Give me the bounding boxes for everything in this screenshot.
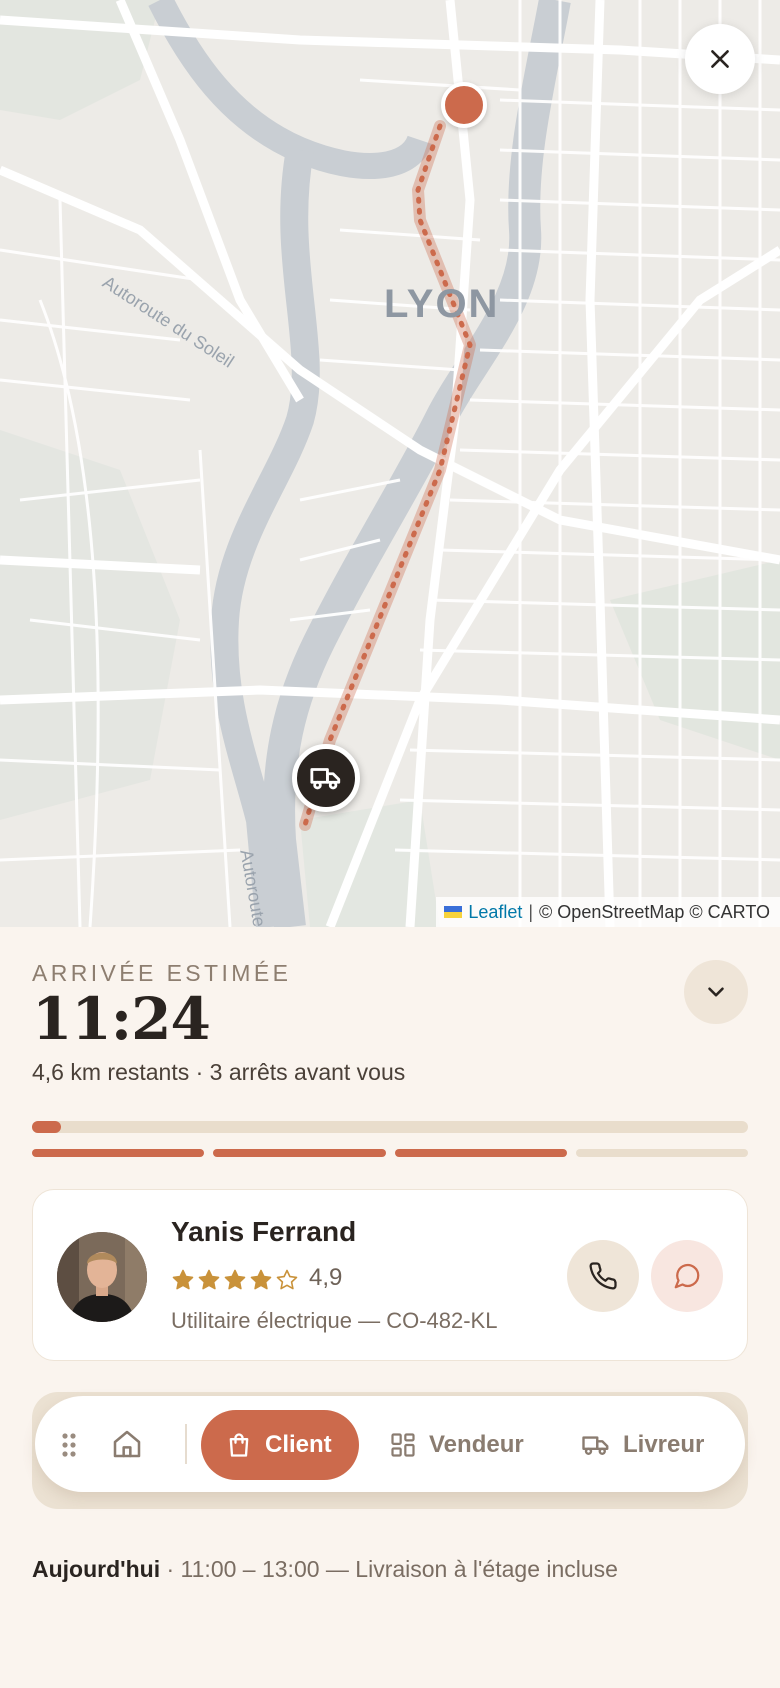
vehicle-info: Utilitaire électrique — CO-482-KL bbox=[171, 1308, 498, 1333]
bottom-nav: Client Vendeur Livreur bbox=[35, 1396, 745, 1492]
tab-livreur-label: Livreur bbox=[623, 1431, 705, 1458]
map-attribution: Leaflet | © OpenStreetMap © CARTO bbox=[436, 897, 780, 927]
star-filled-icon bbox=[172, 1269, 194, 1290]
phone-icon bbox=[589, 1262, 617, 1290]
tab-client-label: Client bbox=[265, 1431, 332, 1458]
tab-vendeur-label: Vendeur bbox=[429, 1431, 524, 1458]
destination-pin-icon[interactable] bbox=[441, 82, 487, 128]
star-rating bbox=[171, 1268, 299, 1292]
tab-vendeur[interactable]: Vendeur bbox=[389, 1410, 524, 1480]
stop-segments bbox=[32, 1149, 748, 1157]
close-button[interactable] bbox=[685, 24, 755, 94]
home-icon bbox=[113, 1430, 141, 1458]
map-view[interactable]: LYON Autoroute du Soleil Autoroute Leafl… bbox=[0, 0, 780, 927]
star-filled-icon bbox=[250, 1269, 272, 1290]
star-filled-icon bbox=[198, 1269, 220, 1290]
attribution-separator: | bbox=[528, 901, 534, 922]
truck-icon bbox=[582, 1436, 609, 1455]
stop-segment bbox=[213, 1149, 386, 1157]
bottom-nav-container: Client Vendeur Livreur bbox=[32, 1392, 748, 1509]
driver-photo bbox=[57, 1232, 147, 1322]
avatar bbox=[57, 1232, 147, 1322]
grip-icon bbox=[62, 1433, 76, 1457]
delivery-window: Aujourd'hui · 11:00 – 13:00 — Livraison … bbox=[32, 1556, 618, 1583]
tab-client[interactable]: Client bbox=[201, 1410, 359, 1480]
eta-subtitle: 4,6 km restants · 3 arrêts avant vous bbox=[32, 1059, 406, 1085]
stop-segment bbox=[32, 1149, 205, 1157]
home-button[interactable] bbox=[99, 1416, 155, 1472]
chat-bubble-icon bbox=[674, 1263, 700, 1289]
message-button[interactable] bbox=[651, 1240, 723, 1312]
shopping-bag-icon bbox=[229, 1433, 249, 1457]
delivery-day: Aujourd'hui bbox=[32, 1556, 161, 1582]
driver-card: Yanis Ferrand 4,9 Utilitaire électrique … bbox=[32, 1189, 748, 1361]
chevron-down-icon bbox=[708, 987, 724, 997]
star-outline-icon bbox=[276, 1269, 298, 1290]
rating-value: 4,9 bbox=[309, 1264, 343, 1291]
osm-attribution[interactable]: © OpenStreetMap © CARTO bbox=[539, 902, 770, 923]
eta-time: 11:24 bbox=[32, 985, 211, 1053]
map-tiles bbox=[0, 0, 780, 927]
delivery-detail: · 11:00 – 13:00 — Livraison à l'étage in… bbox=[160, 1556, 618, 1582]
ukraine-flag-icon bbox=[444, 906, 463, 918]
stop-segment bbox=[575, 1149, 748, 1157]
progress-fill bbox=[32, 1121, 61, 1133]
call-button[interactable] bbox=[567, 1240, 639, 1312]
stop-segment bbox=[394, 1149, 567, 1157]
driver-name: Yanis Ferrand bbox=[171, 1216, 357, 1247]
leaflet-link[interactable]: Leaflet bbox=[468, 902, 522, 923]
progress-bar bbox=[32, 1121, 748, 1133]
close-icon bbox=[711, 50, 729, 68]
collapse-button[interactable] bbox=[684, 960, 748, 1024]
truck-marker[interactable] bbox=[292, 744, 360, 812]
eta-caption: ARRIVÉE ESTIMÉE bbox=[32, 960, 292, 986]
city-label: LYON bbox=[384, 282, 500, 326]
nav-divider bbox=[185, 1424, 187, 1464]
drag-handle[interactable] bbox=[61, 1432, 77, 1463]
grid-icon bbox=[391, 1433, 415, 1457]
tab-livreur[interactable]: Livreur bbox=[581, 1410, 704, 1480]
star-filled-icon bbox=[224, 1269, 246, 1290]
bottom-sheet: ARRIVÉE ESTIMÉE 11:24 4,6 km restants · … bbox=[0, 927, 780, 1688]
truck-icon bbox=[310, 768, 341, 790]
